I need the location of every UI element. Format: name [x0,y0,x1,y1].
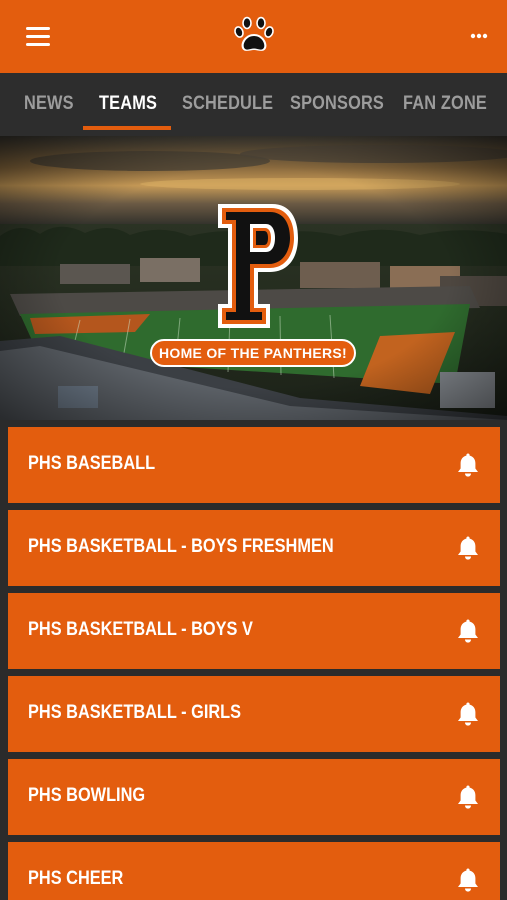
more-dots-icon[interactable] [470,33,488,39]
bell-icon[interactable] [456,452,480,478]
team-name: PHS BASKETBALL - GIRLS [28,702,242,723]
team-name: PHS CHEER [28,868,124,889]
app-header [0,0,507,73]
team-name: PHS BOWLING [28,785,146,806]
tab-fan-zone[interactable]: FAN ZONE [403,93,487,119]
active-tab-indicator [83,126,171,130]
tab-bar: NEWS TEAMS SCHEDULE SPONSORS FAN ZONE [0,73,507,136]
paw-icon [234,16,274,51]
tab-news[interactable]: NEWS [24,93,74,119]
hero-banner: HOME OF THE PANTHERS! [150,339,356,367]
tab-schedule[interactable]: SCHEDULE [182,93,273,119]
team-list-item[interactable]: PHS CHEER [8,842,500,900]
team-name: PHS BASKETBALL - BOYS FRESHMEN [28,536,334,557]
team-list-item[interactable]: PHS BASKETBALL - GIRLS [8,676,500,752]
bell-icon[interactable] [456,867,480,893]
tab-teams[interactable]: TEAMS [99,93,157,119]
team-list-item[interactable]: PHS BASKETBALL - BOYS FRESHMEN [8,510,500,586]
hamburger-menu-icon[interactable] [26,27,50,46]
bell-icon[interactable] [456,535,480,561]
team-list-item[interactable]: PHS BASEBALL [8,427,500,503]
team-list-item[interactable]: PHS BOWLING [8,759,500,835]
tab-sponsors[interactable]: SPONSORS [290,93,384,119]
bell-icon[interactable] [456,784,480,810]
team-name: PHS BASEBALL [28,453,156,474]
hero-stadium-image: HOME OF THE PANTHERS! [0,136,507,420]
bell-icon[interactable] [456,701,480,727]
panthers-p-logo [218,204,298,328]
bell-icon[interactable] [456,618,480,644]
team-list-item[interactable]: PHS BASKETBALL - BOYS V [8,593,500,669]
team-name: PHS BASKETBALL - BOYS V [28,619,253,640]
